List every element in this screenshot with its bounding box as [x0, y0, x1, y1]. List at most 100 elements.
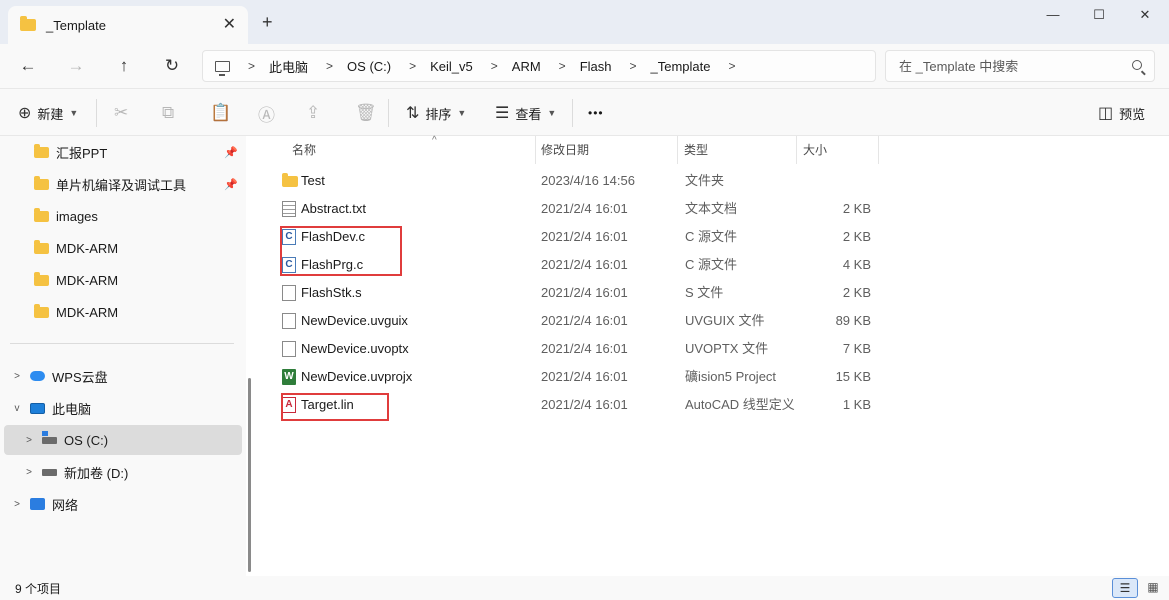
sidebar-item-label: 汇报PPT: [56, 145, 108, 161]
breadcrumb-arm[interactable]: ARM: [512, 59, 541, 74]
sidebar-item-os-c[interactable]: > OS (C:): [4, 425, 242, 455]
column-header-size[interactable]: 大小: [797, 136, 879, 164]
sidebar-item-label: MDK-ARM: [56, 272, 119, 288]
breadcrumb-flash[interactable]: Flash: [580, 59, 612, 74]
more-options-button[interactable]: •••: [588, 101, 604, 125]
drive-icon: [42, 468, 57, 476]
file-row-abstract[interactable]: Abstract.txt 2021/2/4 16:01 文本文档 2 KB: [278, 195, 878, 223]
breadcrumb-keil[interactable]: Keil_v5: [430, 59, 473, 74]
file-row-test[interactable]: Test 2023/4/16 14:56 文件夹: [278, 167, 878, 195]
file-size: 15 KB: [835, 369, 871, 384]
file-size: 89 KB: [835, 313, 871, 328]
sidebar-item-this-pc[interactable]: v 此电脑: [4, 393, 242, 423]
file-type: UVGUIX 文件: [685, 313, 765, 328]
new-label: 新建: [37, 106, 64, 122]
tiles-view-icon[interactable]: ▦: [1140, 578, 1166, 598]
sidebar-item-images[interactable]: images: [4, 201, 242, 231]
sidebar-item-network[interactable]: > 网络: [4, 489, 242, 519]
search-input[interactable]: [886, 51, 1116, 81]
preview-pane-icon: ◫: [1098, 105, 1114, 122]
view-button[interactable]: ☰ 查看 ▼: [495, 101, 556, 125]
chevron-down-icon[interactable]: v: [10, 403, 24, 414]
up-button[interactable]: ↑: [109, 52, 139, 80]
paste-icon[interactable]: 📋: [210, 101, 231, 125]
sidebar-item-label: MDK-ARM: [56, 240, 119, 256]
command-bar: ⊕ 新建 ▼ ✂ ⧉ 📋 Ⓐ ⇪ 🗑 ⇅ 排序 ▼ ☰ 查看 ▼ ••• ◫ 预…: [0, 88, 1169, 136]
forward-button[interactable]: →: [61, 52, 91, 80]
cut-icon[interactable]: ✂: [114, 101, 128, 125]
file-type: AutoCAD 线型定义: [685, 397, 795, 412]
minimize-button[interactable]: —: [1030, 4, 1076, 26]
file-name: FlashStk.s: [301, 285, 362, 300]
file-row-flashstk[interactable]: FlashStk.s 2021/2/4 16:01 S 文件 2 KB: [278, 279, 878, 307]
close-window-button[interactable]: ✕: [1122, 4, 1168, 26]
file-date: 2023/4/16 14:56: [541, 173, 635, 188]
address-bar[interactable]: > 此电脑 > OS (C:) > Keil_v5 > ARM > Flash …: [202, 50, 876, 82]
rename-icon[interactable]: Ⓐ: [258, 101, 275, 125]
folder-icon: [34, 303, 49, 318]
chevron-right-icon[interactable]: >: [10, 499, 24, 510]
file-row-uvprojx[interactable]: W NewDevice.uvprojx 2021/2/4 16:01 礦isio…: [278, 363, 878, 391]
close-tab-icon[interactable]: ✕: [223, 14, 236, 34]
sidebar-item-drive-d[interactable]: > 新加卷 (D:): [4, 457, 242, 487]
file-type: 文本文档: [685, 201, 738, 216]
uvision-icon: W: [282, 369, 296, 385]
file-icon: [282, 341, 296, 357]
breadcrumb-os-c[interactable]: OS (C:): [347, 59, 391, 74]
folder-icon: [282, 173, 298, 187]
plus-circle-icon: ⊕: [18, 105, 32, 122]
status-bar: 9 个项目 ☰ ▦: [0, 576, 1169, 600]
network-icon: [30, 498, 45, 510]
tab-template[interactable]: _Template ✕: [8, 6, 248, 44]
sidebar-item-mdk-arm[interactable]: MDK-ARM: [4, 297, 242, 327]
chevron-right-icon[interactable]: >: [728, 59, 735, 73]
text-file-icon: [282, 201, 296, 217]
copy-icon[interactable]: ⧉: [162, 101, 174, 125]
add-tab-icon[interactable]: +: [262, 12, 273, 33]
sidebar-item-mdk-arm[interactable]: MDK-ARM: [4, 233, 242, 263]
chevron-right-icon[interactable]: >: [22, 435, 36, 446]
new-button[interactable]: ⊕ 新建 ▼: [18, 101, 78, 125]
computer-icon: [30, 402, 45, 414]
sidebar-item-ppt[interactable]: 汇报PPT 📌: [4, 137, 242, 167]
breadcrumb-this-pc[interactable]: 此电脑: [269, 57, 308, 76]
column-header-name[interactable]: ^ 名称: [286, 135, 536, 164]
toolbar-divider: [572, 99, 573, 127]
delete-icon[interactable]: 🗑: [355, 101, 377, 125]
chevron-right-icon: >: [326, 59, 334, 73]
sidebar-item-mdk-arm[interactable]: MDK-ARM: [4, 265, 242, 295]
maximize-button[interactable]: ☐: [1076, 4, 1122, 26]
file-list: ^ 名称 修改日期 类型 大小 Test 2023/4/16 14:56 文件夹…: [260, 135, 1169, 576]
details-view-icon[interactable]: ☰: [1112, 578, 1138, 598]
sort-button[interactable]: ⇅ 排序 ▼: [406, 101, 466, 125]
chevron-right-icon[interactable]: >: [22, 467, 36, 478]
chevron-right-icon[interactable]: >: [10, 371, 24, 382]
sidebar-scrollbar[interactable]: [248, 378, 251, 572]
sidebar-item-wps-cloud[interactable]: > WPS云盘: [4, 361, 242, 391]
folder-icon: [34, 207, 49, 222]
file-date: 2021/2/4 16:01: [541, 201, 628, 216]
highlight-box-target-lin: [281, 393, 389, 421]
file-row-uvoptx[interactable]: NewDevice.uvoptx 2021/2/4 16:01 UVOPTX 文…: [278, 335, 878, 363]
column-header-date[interactable]: 修改日期: [535, 136, 678, 164]
computer-icon: [215, 60, 230, 76]
share-icon[interactable]: ⇪: [306, 101, 320, 125]
toolbar-divider: [96, 99, 97, 127]
sidebar-item-label: WPS云盘: [52, 369, 108, 385]
folder-icon: [34, 239, 49, 254]
file-icon: [282, 313, 296, 329]
sort-icon: ⇅: [406, 105, 420, 122]
preview-button[interactable]: ◫ 预览: [1098, 101, 1145, 125]
column-header-type[interactable]: 类型: [678, 136, 797, 164]
sort-up-icon: ^: [432, 135, 437, 146]
chevron-right-icon: >: [409, 59, 417, 73]
drive-icon: [42, 430, 57, 444]
chevron-down-icon: ▼: [547, 108, 557, 118]
file-row-uvguix[interactable]: NewDevice.uvguix 2021/2/4 16:01 UVGUIX 文…: [278, 307, 878, 335]
breadcrumb-template[interactable]: _Template: [651, 59, 711, 74]
refresh-button[interactable]: ↻: [157, 52, 187, 80]
back-button[interactable]: ←: [13, 52, 43, 80]
sidebar-item-tools[interactable]: 单片机编译及调试工具 📌: [4, 169, 242, 199]
search-icon[interactable]: [1132, 60, 1142, 70]
file-type: C 源文件: [685, 229, 738, 244]
